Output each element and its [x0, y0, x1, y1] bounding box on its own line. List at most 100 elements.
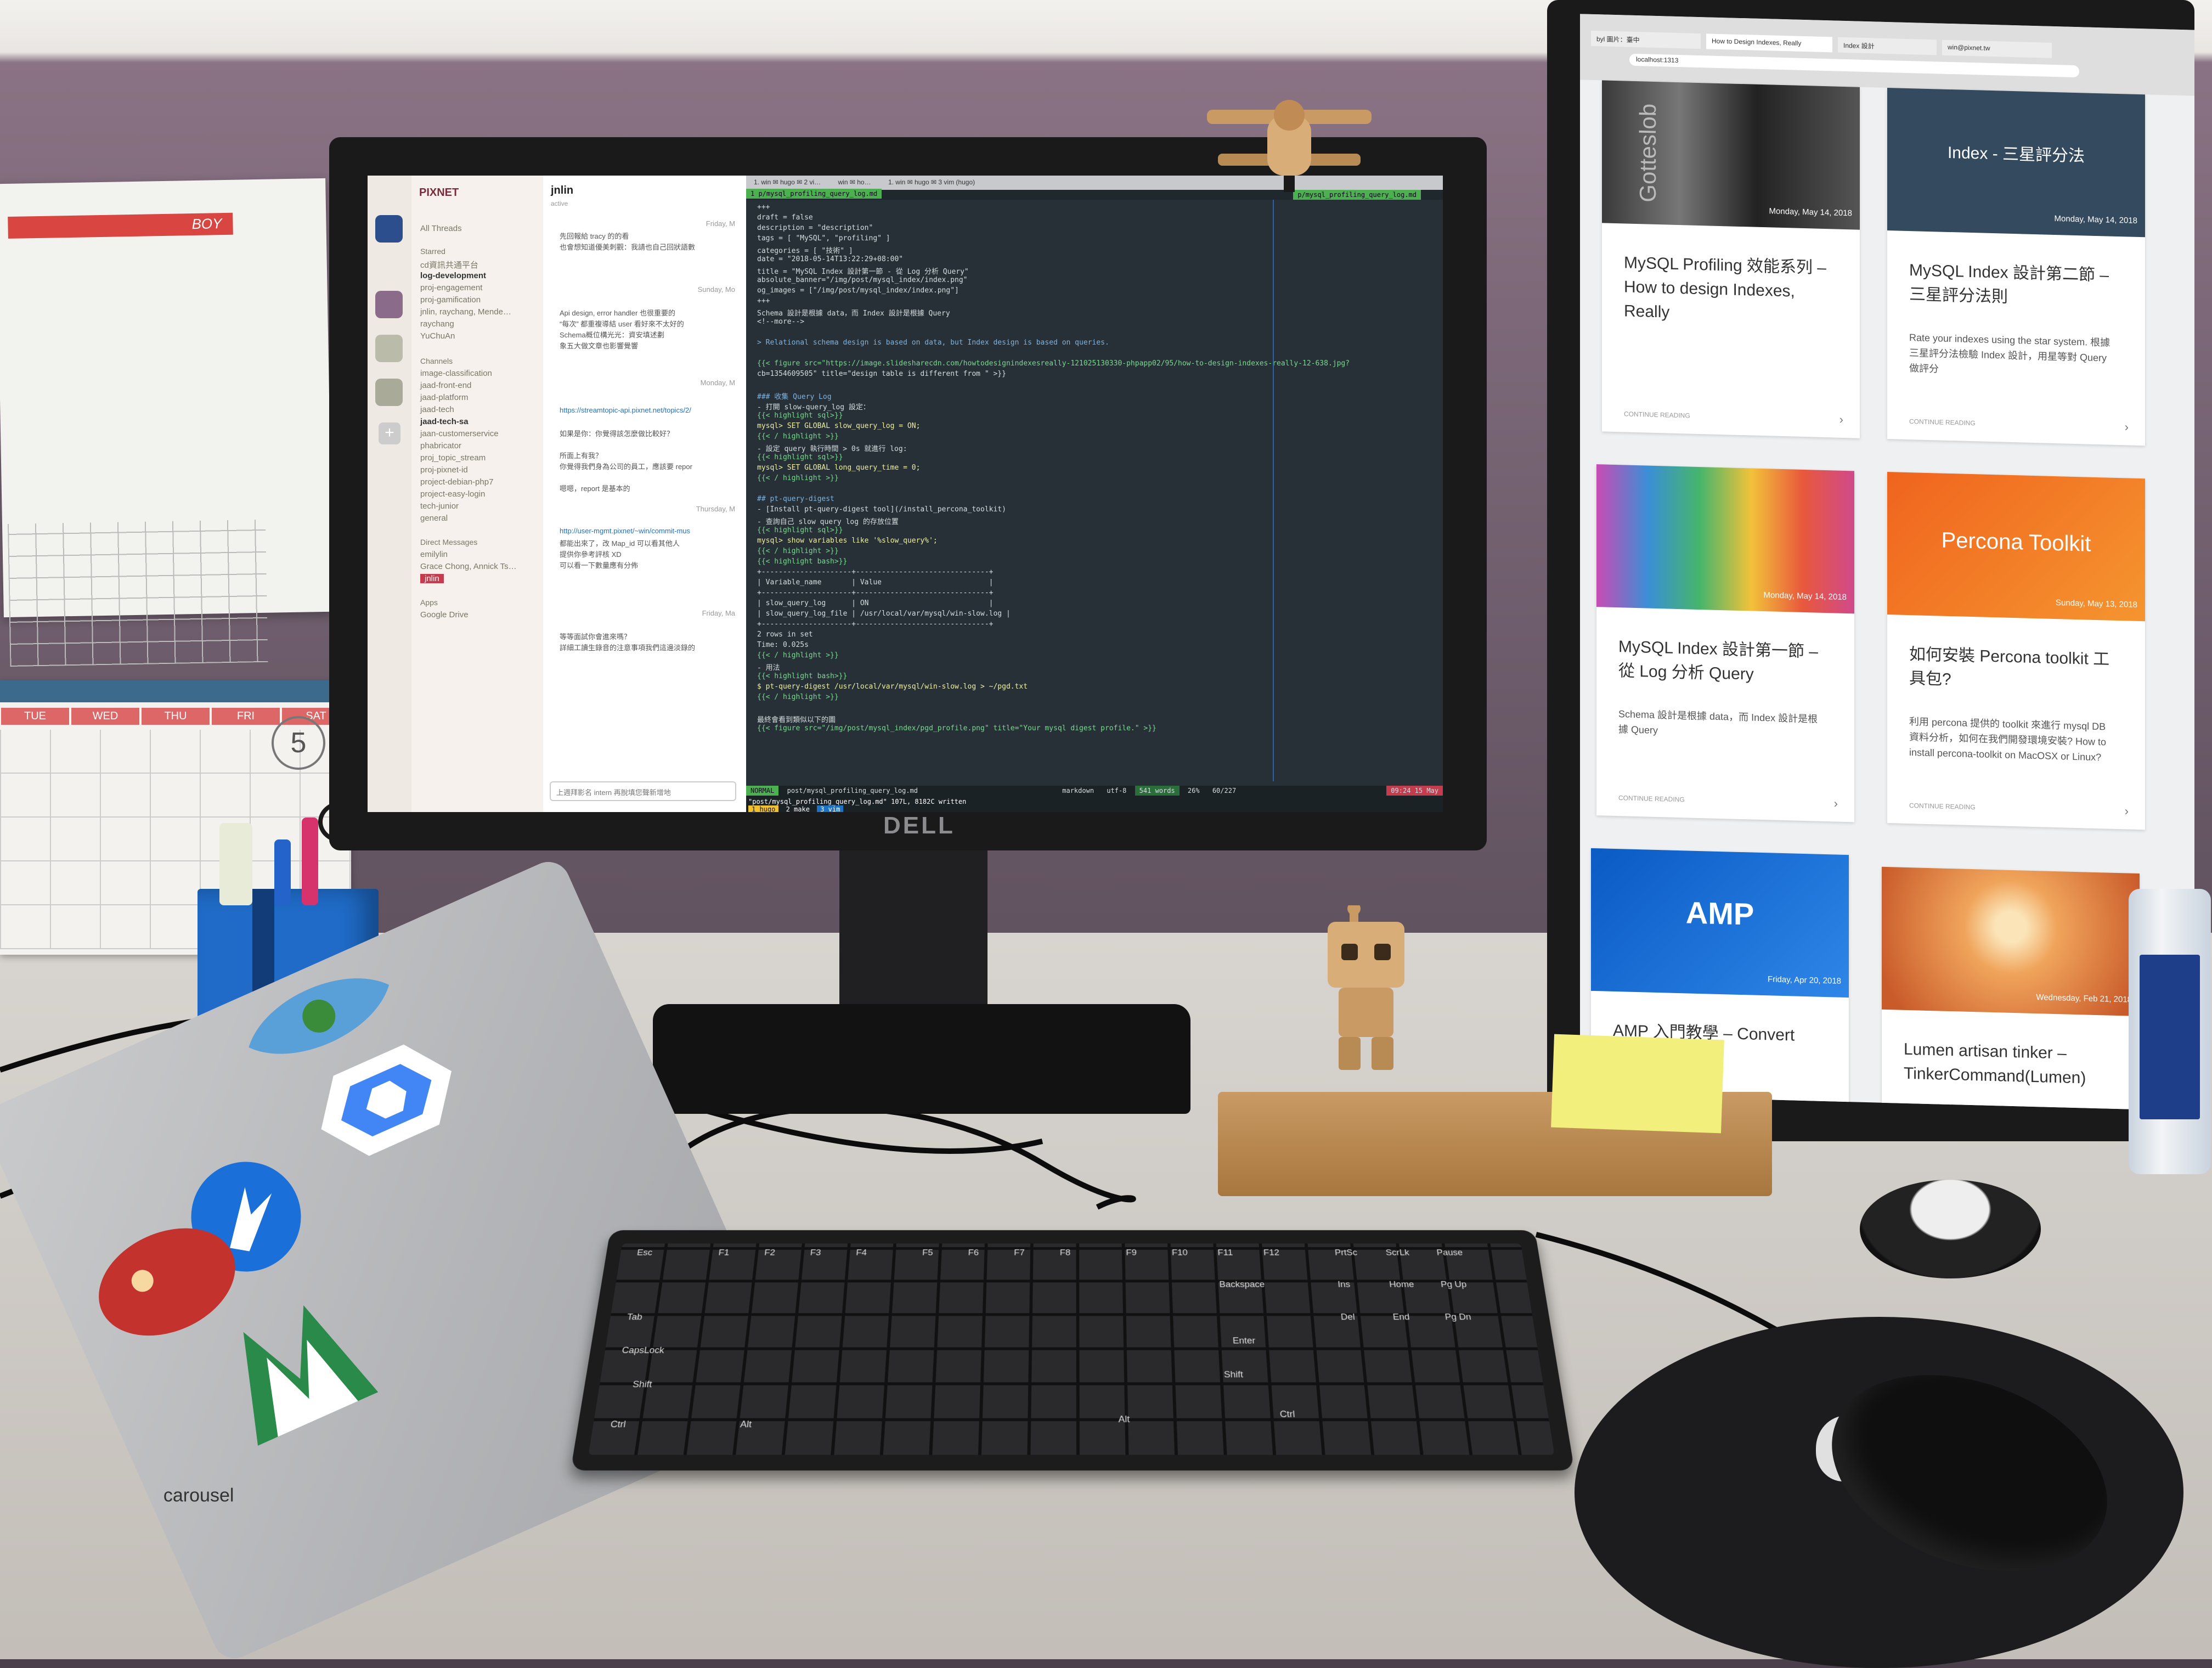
sidebar-dm[interactable]: Grace Chong, Annick Ts… [420, 562, 517, 571]
key-tab[interactable]: Tab [627, 1312, 643, 1322]
key-f7[interactable]: F7 [1014, 1248, 1025, 1258]
key-end[interactable]: End [1392, 1312, 1410, 1322]
browser-tab[interactable]: byl 圖片：臺中 [1591, 31, 1701, 49]
tmux-window[interactable]: 3 vim [817, 805, 843, 812]
key-ctrl-left[interactable]: Ctrl [610, 1419, 627, 1429]
sidebar-item[interactable]: proj-gamification [420, 295, 481, 305]
sidebar-item[interactable]: raychang [420, 319, 454, 329]
blog-card[interactable]: Wednesday, Feb 21, 2018 Lumen artisan ti… [1882, 867, 2140, 1111]
continue-reading-link[interactable]: CONTINUE READING [1909, 802, 1976, 811]
terminal-tab[interactable]: 1. win ✉ hugo ✉ 3 vim (hugo) [881, 176, 983, 189]
browser-tab[interactable]: win@pixnet.tw [1942, 40, 2052, 58]
key-f1[interactable]: F1 [718, 1248, 730, 1258]
key-f2[interactable]: F2 [764, 1248, 775, 1258]
key-scrlk[interactable]: ScrLk [1385, 1248, 1410, 1258]
card-title[interactable]: MySQL Profiling 效能系列 – How to design Ind… [1624, 251, 1832, 329]
key-esc[interactable]: Esc [636, 1248, 653, 1258]
sidebar-channel[interactable]: proj-pixnet-id [420, 465, 468, 475]
card-title[interactable]: 如何安裝 Percona toolkit 工具包? [1909, 643, 2118, 696]
tmux-window[interactable]: 2 make [783, 805, 813, 812]
key-shift-left[interactable]: Shift [632, 1379, 653, 1390]
key-ctrl-right[interactable]: Ctrl [1279, 1409, 1295, 1419]
sidebar-channel[interactable]: tech-junior [420, 501, 459, 511]
keyboard-keys[interactable] [589, 1243, 1555, 1455]
sidebar-item[interactable]: YuChuAn [420, 331, 455, 341]
sidebar-channel[interactable]: jaad-tech [420, 405, 454, 414]
sidebar-channel[interactable]: jaan-customerservice [420, 429, 499, 438]
card-title[interactable]: MySQL Index 設計第二節 – 三星評分法則 [1909, 258, 2118, 312]
blog-card[interactable]: Percona Toolkit Sunday, May 13, 2018 如何安… [1887, 472, 2145, 830]
blog-card[interactable]: Index - 三星評分法 Monday, May 14, 2018 MySQL… [1887, 88, 2145, 446]
key-pgup[interactable]: Pg Up [1440, 1280, 1467, 1289]
sidebar-channel[interactable]: jaad-platform [420, 393, 469, 402]
blog-card[interactable]: Gotteslob Monday, May 14, 2018 MySQL Pro… [1602, 80, 1860, 438]
sidebar-channel[interactable]: jaad-tech-sa [420, 417, 469, 426]
sidebar-dm[interactable]: emilylin [420, 550, 448, 559]
workspace-name[interactable]: PIXNET [419, 187, 459, 199]
continue-reading-link[interactable]: CONTINUE READING [1618, 794, 1685, 803]
key-f4[interactable]: F4 [856, 1248, 867, 1258]
key-capslock[interactable]: CapsLock [621, 1345, 665, 1355]
browser-tab[interactable]: Index 設計 [1838, 37, 1937, 55]
tmux-window[interactable]: 1 hugo [748, 805, 778, 812]
blog-card[interactable]: Monday, May 14, 2018 MySQL Index 設計第一節 –… [1596, 464, 1854, 822]
key-f6[interactable]: F6 [968, 1248, 979, 1258]
sidebar-channel[interactable]: project-easy-login [420, 489, 485, 499]
terminal-tab[interactable]: win ✉ ho… [831, 176, 879, 189]
card-title[interactable]: Lumen artisan tinker – TinkerCommand(Lum… [1904, 1038, 2112, 1091]
mechanical-keyboard[interactable]: Esc F1 F2 F3 F4 F5 F6 F7 F8 F9 F10 F11 F… [571, 1230, 1575, 1470]
sidebar-item[interactable]: proj-engagement [420, 283, 482, 292]
workspace-switcher-button[interactable] [375, 335, 403, 362]
key-f12[interactable]: F12 [1263, 1248, 1280, 1258]
address-bar[interactable]: localhost:1313 [1629, 54, 2079, 77]
key-alt-left[interactable]: Alt [740, 1419, 752, 1429]
key-f11[interactable]: F11 [1217, 1248, 1233, 1258]
workspace-switcher-button[interactable] [375, 379, 403, 406]
key-f3[interactable]: F3 [810, 1248, 821, 1258]
slack-channel-pane: jnlin active Friday, M 先回報給 tracy 的的看 也會… [543, 176, 746, 812]
continue-reading-link[interactable]: CONTINUE READING [1909, 418, 1976, 427]
browser-tab-active[interactable]: How to Design Indexes, Really [1706, 33, 1832, 52]
key-ins[interactable]: Ins [1338, 1280, 1351, 1289]
key-alt-right[interactable]: Alt [1118, 1414, 1130, 1424]
chevron-right-icon[interactable]: › [1839, 413, 1843, 427]
sidebar-channel[interactable]: jaad-front-end [420, 381, 471, 390]
key-shift-right[interactable]: Shift [1224, 1370, 1244, 1380]
card-title[interactable]: MySQL Index 設計第一節 – 從 Log 分析 Query [1618, 635, 1827, 689]
all-threads-link[interactable]: All Threads [420, 224, 462, 233]
sidebar-item[interactable]: jnlin, raychang, Mende… [420, 307, 511, 317]
sidebar-dm-active[interactable]: jnlin [420, 574, 444, 583]
chevron-right-icon[interactable]: › [2125, 804, 2129, 818]
message-link[interactable]: https://streamtopic-api.pixnet.net/topic… [560, 406, 735, 414]
terminal-tab[interactable]: 1. win ✉ hugo ✉ 2 vi… [746, 176, 828, 189]
message-input[interactable]: 上週拜影名 intern 再脫填您聲新增地 [550, 781, 736, 801]
key-pause[interactable]: Pause [1436, 1248, 1464, 1258]
key-enter[interactable]: Enter [1232, 1336, 1255, 1346]
sidebar-app[interactable]: Google Drive [420, 610, 469, 619]
workspace-switcher-button[interactable] [375, 215, 403, 243]
key-del[interactable]: Del [1340, 1312, 1355, 1322]
message-link[interactable]: http://user-mgmt.pixnet/~win/commit-mus [560, 527, 735, 535]
sidebar-item[interactable]: cd資訊共通平台 [420, 259, 478, 271]
vim-editor-buffer[interactable]: +++ draft = false description = "descripti… [757, 203, 1361, 735]
chevron-right-icon[interactable]: › [1834, 796, 1838, 810]
continue-reading-link[interactable]: CONTINUE READING [1624, 410, 1690, 419]
key-backspace[interactable]: Backspace [1219, 1280, 1265, 1289]
sidebar-channel[interactable]: project-debian-php7 [420, 477, 493, 487]
key-prtsc[interactable]: PrtSc [1334, 1248, 1358, 1258]
sidebar-channel[interactable]: general [420, 514, 448, 523]
key-f5[interactable]: F5 [922, 1248, 933, 1258]
vim-buffer-tab[interactable]: 1 p/mysql_profiling_query_log.md [746, 189, 882, 199]
key-f8[interactable]: F8 [1060, 1248, 1071, 1258]
key-f9[interactable]: F9 [1126, 1248, 1137, 1258]
add-workspace-icon[interactable]: + [379, 422, 400, 444]
sidebar-item[interactable]: log-development [420, 271, 486, 280]
key-f10[interactable]: F10 [1172, 1248, 1188, 1258]
sidebar-channel[interactable]: phabricator [420, 441, 461, 450]
chevron-right-icon[interactable]: › [2125, 420, 2129, 434]
sidebar-channel[interactable]: image-classification [420, 369, 492, 378]
sidebar-channel[interactable]: proj_topic_stream [420, 453, 486, 463]
key-home[interactable]: Home [1389, 1280, 1414, 1289]
key-pgdn[interactable]: Pg Dn [1444, 1312, 1472, 1322]
workspace-switcher-button[interactable] [375, 291, 403, 318]
